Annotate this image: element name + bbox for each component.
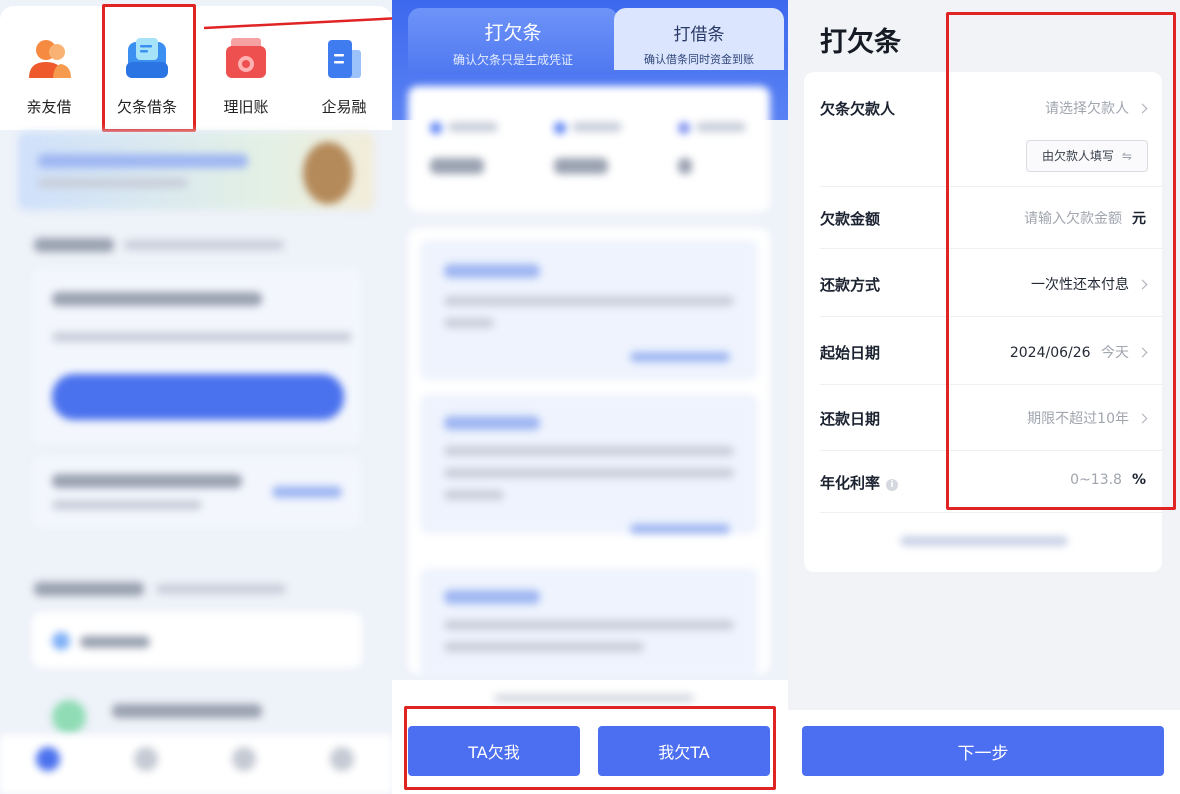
- start-date-row[interactable]: 起始日期 2024/06/26 今天: [820, 316, 1162, 384]
- debtor-row[interactable]: 欠条欠款人 请选择欠款人 由欠款人填写 ⇋: [820, 72, 1162, 186]
- debtor-fill-label: 由欠款人填写: [1042, 149, 1115, 163]
- amount-input[interactable]: 请输入欠款金额元: [1024, 208, 1146, 228]
- debtor-select[interactable]: 请选择欠款人: [1045, 98, 1148, 118]
- repay-date-row[interactable]: 还款日期 期限不超过10年: [820, 384, 1162, 450]
- start-date-select[interactable]: 2024/06/26 今天: [1009, 342, 1148, 362]
- chevron-right-icon: [1137, 103, 1148, 114]
- iou-type-panel: 打欠条 确认欠条只是生成凭证 打借条 确认借条同时资金到账 TA欠我 我欠TA: [392, 0, 788, 794]
- repay-method-label: 还款方式: [820, 276, 881, 294]
- iou-form-panel: 打欠条 欠条欠款人 请选择欠款人 由欠款人填写 ⇋ 欠款金额 请输入欠款金额元 …: [788, 0, 1180, 794]
- tab-da-jietiao[interactable]: 打借条 确认借条同时资金到账: [614, 8, 784, 70]
- amount-placeholder: 请输入欠款金额: [1024, 211, 1122, 227]
- bottom-tab-bar: [0, 735, 392, 794]
- rate-unit: %: [1131, 472, 1146, 488]
- iou-form: 欠条欠款人 请选择欠款人 由欠款人填写 ⇋ 欠款金额 请输入欠款金额元 还款方式…: [804, 72, 1162, 572]
- debtor-fill-button[interactable]: 由欠款人填写 ⇋: [1026, 140, 1148, 172]
- tab-subtitle: 确认借条同时资金到账: [644, 53, 754, 66]
- repay-date-placeholder: 期限不超过10年: [1027, 411, 1129, 427]
- repay-method-select[interactable]: 一次性还本付息: [1031, 274, 1148, 294]
- ta-owes-me-button[interactable]: TA欠我: [408, 726, 580, 776]
- app-qiantiao-jietiao[interactable]: 欠条借条: [107, 36, 187, 117]
- rate-placeholder: 0~13.8: [1070, 472, 1122, 488]
- swap-icon: ⇋: [1121, 149, 1132, 163]
- amount-row[interactable]: 欠款金额 请输入欠款金额元: [820, 186, 1162, 248]
- debtor-label: 欠条欠款人: [820, 100, 896, 118]
- app-label: 欠条借条: [116, 98, 177, 116]
- repay-method-row[interactable]: 还款方式 一次性还本付息: [820, 248, 1162, 316]
- info-cards: [408, 228, 770, 678]
- tab-subtitle: 确认欠条只是生成凭证: [452, 53, 573, 67]
- app-label: 理旧账: [223, 98, 269, 116]
- app-qinyoujie[interactable]: 亲友借: [9, 36, 89, 117]
- action-bar: TA欠我 我欠TA: [392, 680, 788, 794]
- amount-label: 欠款金额: [820, 210, 881, 228]
- app-label: 企易融: [321, 98, 367, 116]
- tab-title: 打欠条: [484, 22, 542, 44]
- debtor-placeholder: 请选择欠款人: [1045, 101, 1129, 117]
- chevron-right-icon: [1137, 347, 1148, 358]
- ledger-icon: [223, 36, 269, 82]
- promo-banner[interactable]: [18, 132, 374, 210]
- rate-row[interactable]: 年化利率 i 0~13.8%: [820, 450, 1162, 512]
- people-icon: [26, 36, 72, 82]
- tab-da-qiantiao[interactable]: 打欠条 确认欠条只是生成凭证: [408, 8, 618, 74]
- next-step-button[interactable]: 下一步: [802, 726, 1164, 776]
- app-qiyirong[interactable]: 企易融: [304, 36, 384, 117]
- amount-unit: 元: [1132, 211, 1146, 227]
- home-panel: 亲友借 欠条借条 理旧账 企易融: [0, 0, 392, 794]
- start-date-value: 2024/06/26: [1009, 345, 1091, 361]
- page-title: 打欠条: [820, 27, 901, 58]
- blurred-note: [900, 536, 1068, 546]
- action-bar: 下一步: [788, 710, 1180, 794]
- divider: [820, 512, 1162, 513]
- app-label: 亲友借: [26, 98, 72, 116]
- document-icon: [124, 36, 170, 82]
- repay-date-select[interactable]: 期限不超过10年: [1027, 408, 1148, 428]
- building-icon: [321, 36, 367, 82]
- chevron-right-icon: [1137, 413, 1148, 424]
- repay-method-value: 一次性还本付息: [1031, 277, 1129, 293]
- info-icon[interactable]: i: [886, 479, 899, 491]
- start-date-suffix: 今天: [1101, 345, 1129, 361]
- start-date-label: 起始日期: [820, 344, 881, 362]
- rate-label-text: 年化利率: [820, 474, 881, 492]
- tab-title: 打借条: [673, 25, 725, 45]
- app-lijiuzhang[interactable]: 理旧账: [206, 36, 286, 117]
- rate-input[interactable]: 0~13.8%: [1070, 472, 1146, 488]
- chevron-right-icon: [1137, 279, 1148, 290]
- stats-card: [408, 86, 770, 212]
- i-owe-ta-button[interactable]: 我欠TA: [598, 726, 770, 776]
- rate-label: 年化利率 i: [820, 472, 899, 493]
- repay-date-label: 还款日期: [820, 410, 881, 428]
